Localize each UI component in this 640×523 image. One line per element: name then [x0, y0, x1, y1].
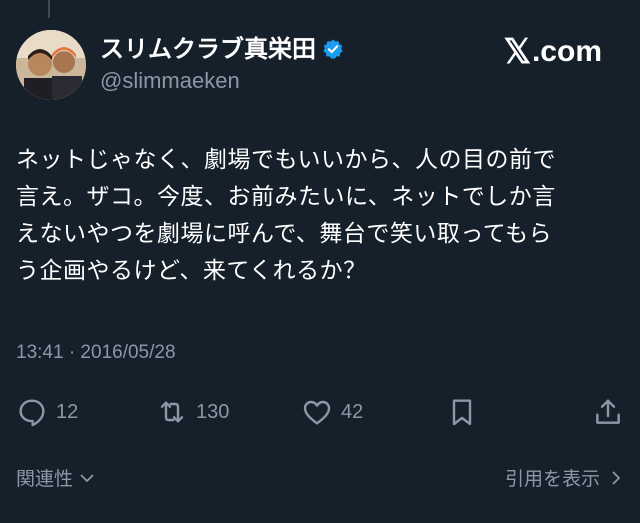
retweet-icon [160, 401, 184, 423]
chevron-down-icon [80, 474, 94, 482]
tweet-text-line: ネットじゃなく、劇場でもいいから、人の目の前で [16, 147, 557, 173]
quotes-label: 引用を表示 [504, 468, 600, 490]
verified-icon [323, 39, 343, 59]
tweet-text-line: えないやつを劇場に呼んで、舞台で笑い取ってもら [16, 221, 553, 247]
avatar-photo [16, 30, 86, 100]
reply-button[interactable]: 12 [16, 392, 78, 432]
retweet-button[interactable]: 130 [156, 392, 229, 432]
bookmark-icon [452, 399, 472, 426]
like-count: 42 [341, 400, 364, 423]
tweet-header: スリムクラブ真栄田 @slimmaeken 𝕏 .com [16, 30, 624, 102]
related-sort-button[interactable]: 関連性 [16, 464, 95, 491]
like-icon [303, 400, 331, 425]
tweet-text-line: う企画やるけど、来てくれるか？ [16, 258, 367, 284]
tweet-text-line: 言え。ザコ。今度、お前みたいに、ネットでしか言 [16, 184, 556, 210]
share-icon [596, 399, 620, 424]
tweet-footer: 関連性 引用を表示 [16, 464, 624, 496]
tweet-timestamp[interactable]: 13:41 · 2016/05/28 [16, 342, 176, 364]
x-logo-mark: 𝕏 [503, 33, 531, 71]
tweet-actions: 12 130 42 [16, 392, 624, 432]
related-label: 関連性 [16, 468, 74, 490]
display-name-row[interactable]: スリムクラブ真栄田 [100, 34, 344, 64]
user-handle[interactable]: @slimmaeken [100, 66, 344, 96]
reply-count: 12 [56, 400, 79, 423]
share-button[interactable] [592, 392, 624, 432]
thread-connector-line [48, 0, 50, 18]
tweet-text: ネットじゃなく、劇場でもいいから、人の目の前で 言え。ザコ。今度、お前みたいに、… [16, 142, 616, 290]
x-logo: 𝕏 .com [504, 32, 602, 72]
bookmark-button[interactable] [446, 392, 478, 432]
chevron-right-icon [612, 471, 620, 484]
reply-icon [19, 399, 45, 427]
display-name[interactable]: スリムクラブ真栄田 [100, 34, 316, 64]
x-logo-text: .com [531, 35, 602, 68]
like-button[interactable]: 42 [301, 392, 363, 432]
view-quotes-link[interactable]: 引用を表示 [505, 464, 624, 491]
avatar[interactable] [16, 30, 86, 100]
retweet-count: 130 [196, 400, 230, 423]
